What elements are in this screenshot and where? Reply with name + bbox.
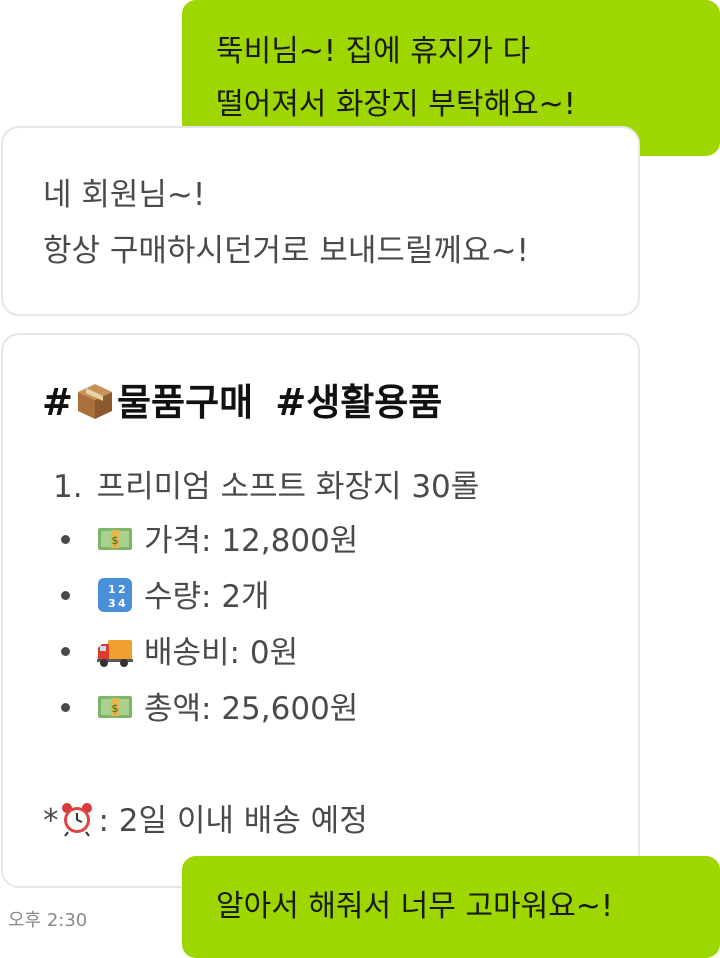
detail-price: $ 가격: 12,800원 xyxy=(61,513,358,569)
outgoing-message-bubble[interactable]: 알아서 해줘서 너무 고마워요~! xyxy=(182,856,720,958)
svg-text:$: $ xyxy=(112,702,119,715)
package-icon xyxy=(78,383,113,419)
order-summary-bubble[interactable]: # 물품구매 #생활용품 1. 프리미엄 소프트 화장지 30롤 $ 가격: 12,… xyxy=(1,333,640,888)
hashtag-household: #생활용품 xyxy=(275,381,443,424)
item-name: 프리미엄 소프트 화장지 30롤 xyxy=(96,469,480,505)
message-text-line: 항상 구매하시던거로 보내드릴께요~! xyxy=(43,233,529,269)
incoming-message-bubble[interactable]: 네 회원님~! 항상 구매하시던거로 보내드릴께요~! xyxy=(1,126,640,316)
message-timestamp: 오후 2:30 xyxy=(8,910,88,931)
money-icon: $ xyxy=(98,695,132,718)
delivery-note: * : 2일 이내 배송 예정 xyxy=(43,793,368,849)
bullet-dot xyxy=(61,647,70,656)
message-text-line: 네 회원님~! xyxy=(43,177,206,213)
delivery-truck-icon xyxy=(97,639,133,667)
order-hashtags: # 물품구매 #생활용품 xyxy=(42,379,442,427)
message-text-line: 뚝비님~! 집에 휴지가 다 xyxy=(216,34,531,69)
money-icon: $ xyxy=(98,527,132,550)
detail-total: $ 총액: 25,600원 xyxy=(61,681,358,737)
detail-text: 배송비: 0원 xyxy=(144,635,299,671)
hashtag-purchase: 물품구매 xyxy=(117,381,254,424)
detail-shipping-fee: 배송비: 0원 xyxy=(61,625,298,681)
message-text-line: 알아서 해줘서 너무 고마워요~! xyxy=(216,889,613,924)
bullet-dot xyxy=(61,535,70,544)
svg-text:$: $ xyxy=(112,534,119,547)
item-number: 1. xyxy=(53,469,83,505)
message-text-line: 떨어져서 화장지 부탁해요~! xyxy=(216,87,576,122)
detail-text: 수량: 2개 xyxy=(144,579,270,615)
svg-text:1: 1 xyxy=(108,583,116,596)
detail-text: 총액: 25,600원 xyxy=(144,691,359,727)
detail-text: 가격: 12,800원 xyxy=(144,523,359,559)
bullet-dot xyxy=(61,591,70,600)
note-asterisk: * xyxy=(43,803,59,839)
numbers-icon: 1 2 3 4 xyxy=(98,577,132,612)
bullet-dot xyxy=(61,703,70,712)
hashtag-symbol: # xyxy=(42,381,74,424)
svg-text:2: 2 xyxy=(118,583,126,596)
order-item-title: 1. 프리미엄 소프트 화장지 30롤 xyxy=(53,459,479,515)
svg-text:4: 4 xyxy=(118,597,126,610)
svg-text:3: 3 xyxy=(108,597,116,610)
detail-quantity: 1 2 3 4 수량: 2개 xyxy=(61,569,270,625)
alarm-clock-icon xyxy=(61,802,92,837)
note-text: : 2일 이내 배송 예정 xyxy=(98,803,368,839)
